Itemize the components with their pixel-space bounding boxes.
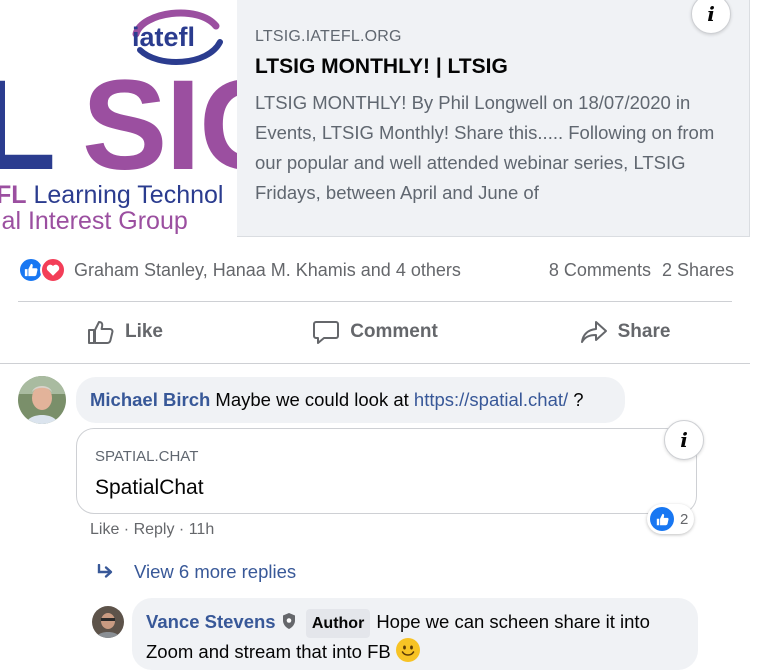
meta-separator: ·: [119, 521, 134, 538]
comment-like-link[interactable]: Like: [90, 521, 119, 538]
comment-timestamp[interactable]: 11h: [189, 521, 215, 538]
view-more-replies-button[interactable]: View 6 more replies: [96, 561, 296, 583]
comment-button[interactable]: Comment: [250, 319, 500, 345]
spatial-chat-link-card[interactable]: SPATIAL.CHAT SpatialChat: [76, 428, 697, 514]
love-reaction-icon: [40, 257, 66, 283]
comments-count[interactable]: 8 Comments: [549, 260, 651, 281]
comment-button-label: Comment: [350, 321, 438, 342]
like-button[interactable]: Like: [0, 319, 250, 345]
comment-reaction-badge[interactable]: 2: [647, 504, 695, 534]
reactors-list[interactable]: Graham Stanley, Hanaa M. Khamis and 4 ot…: [74, 260, 461, 281]
comment-reply-link[interactable]: Reply: [134, 521, 175, 538]
logo-subtitle-line2: ial Interest Group: [0, 207, 188, 235]
ltsig-logo-thumbnail: iatefl L SIG FL Learning Technol ial Int…: [0, 0, 237, 237]
post-action-bar: Like Comment Share: [0, 306, 750, 358]
comment-meta: Like · Reply · 11h: [90, 521, 214, 539]
preview-description: LTSIG MONTHLY! By Phil Longwell on 18/07…: [255, 92, 715, 203]
vance-stevens-avatar[interactable]: [92, 606, 124, 638]
share-button-label: Share: [617, 321, 671, 342]
meta-separator: ·: [174, 521, 189, 538]
comment-author-name[interactable]: Michael Birch: [90, 389, 210, 410]
comment-text-after: ?: [568, 389, 584, 410]
reactions-summary-row: Graham Stanley, Hanaa M. Khamis and 4 ot…: [18, 250, 734, 290]
link-card-title[interactable]: SpatialChat: [95, 476, 204, 500]
preview-text-block[interactable]: LTSIG.IATEFL.ORG LTSIG MONTHLY! | LTSIG …: [255, 28, 735, 208]
preview-title[interactable]: LTSIG MONTHLY! | LTSIG: [255, 55, 735, 79]
link-preview-card[interactable]: iatefl L SIG FL Learning Technol ial Int…: [0, 0, 750, 237]
reaction-icons[interactable]: [18, 257, 66, 283]
actions-divider: [0, 363, 750, 364]
share-button[interactable]: Share: [500, 319, 750, 345]
reply-comment-bubble: Vance Stevens Author Hope we can scheen s…: [132, 598, 698, 670]
smiling-face-icon: [395, 638, 420, 662]
reaction-count: 2: [680, 510, 689, 528]
shield-icon: [282, 613, 295, 629]
comment-link[interactable]: https://spatial.chat/: [414, 389, 568, 410]
comment-bubble: Michael Birch Maybe we could look at htt…: [76, 377, 625, 423]
thumbs-up-icon: [87, 321, 114, 344]
author-badge: Author: [305, 609, 371, 638]
share-arrow-icon: [580, 321, 607, 343]
engagement-counts: 8 Comments 2 Shares: [549, 260, 734, 281]
iatefl-logo-text: iatefl: [132, 22, 196, 52]
shares-count[interactable]: 2 Shares: [662, 260, 734, 281]
link-card-domain: SPATIAL.CHAT: [95, 448, 199, 465]
logo-letters-sig: SIG: [82, 54, 237, 197]
comment-text-before: Maybe we could look at: [210, 389, 414, 410]
logo-subtitle-line1: FL Learning Technol: [0, 181, 224, 209]
like-reaction-icon: [650, 507, 674, 531]
michael-birch-avatar[interactable]: [18, 376, 66, 424]
preview-domain: LTSIG.IATEFL.ORG: [255, 28, 402, 45]
reply-author-name[interactable]: Vance Stevens: [146, 611, 276, 632]
reply-arrow-icon: [97, 564, 113, 578]
logo-letter-l: L: [0, 54, 56, 197]
comment-bubble-icon: [313, 321, 340, 344]
reactions-divider: [18, 301, 732, 302]
link-card-info-icon[interactable]: i: [664, 420, 704, 460]
view-more-replies-label: View 6 more replies: [134, 561, 297, 582]
like-button-label: Like: [124, 321, 164, 342]
